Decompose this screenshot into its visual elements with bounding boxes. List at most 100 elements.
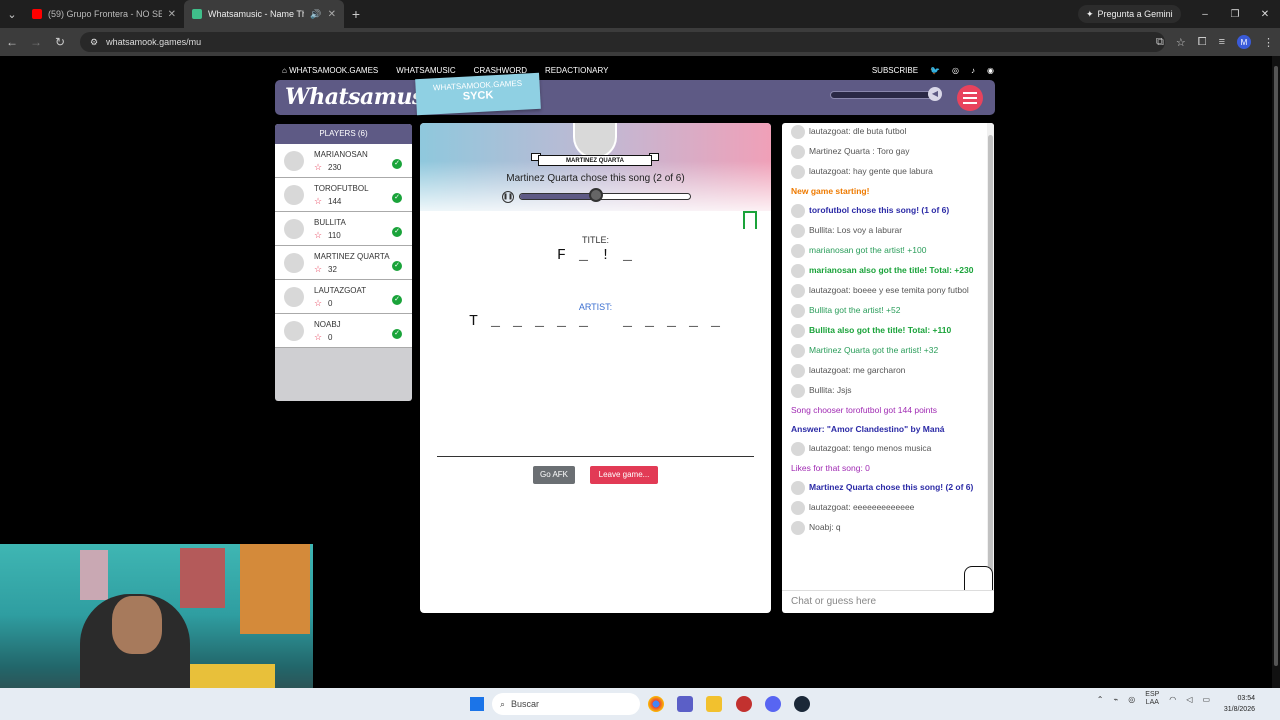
timer-fill: [520, 194, 597, 199]
player-row[interactable]: NOABJ ☆ 0 ✓: [275, 314, 412, 348]
gemini-button[interactable]: ✦ Pregunta a Gemini: [1078, 5, 1181, 23]
minimize-icon[interactable]: –: [1190, 0, 1220, 28]
window-controls: – ❐ ✕: [1190, 0, 1280, 28]
site-info-icon[interactable]: ⚙: [90, 37, 98, 48]
chat-message: lautazgoat: me garcharon: [791, 364, 979, 378]
tiktok-icon[interactable]: ♪: [971, 66, 975, 75]
player-name: NOABJ: [314, 320, 341, 329]
go-afk-button[interactable]: Go AFK: [533, 466, 575, 484]
chat-message: Bullita: Jsjs: [791, 384, 979, 398]
chat-message: New game starting!: [791, 185, 979, 198]
chat-message: Martinez Quarta chose this song! (2 of 6…: [791, 481, 979, 495]
player-row[interactable]: LAUTAZGOAT ☆ 0 ✓: [275, 280, 412, 314]
browser-menu-icon[interactable]: ⋮: [1263, 36, 1274, 49]
chat-avatar: [791, 125, 805, 139]
chat-message: marianosan also got the title! Total: +2…: [791, 264, 979, 278]
star-icon: ☆: [314, 332, 323, 342]
tab-search-chevron-icon[interactable]: ⌄: [0, 0, 24, 28]
player-row[interactable]: TOROFUTBOL ☆ 144 ✓: [275, 178, 412, 212]
chat-message-text: Bullita: Los voy a laburar: [809, 225, 903, 235]
chat-input[interactable]: Chat or guess here: [782, 590, 994, 613]
taskbar-search[interactable]: ⌕ Buscar: [492, 693, 640, 715]
song-chooser-header: MARTINEZ QUARTA Martinez Quarta chose th…: [420, 123, 771, 211]
subscribe-link[interactable]: SUBSCRIBE: [872, 66, 918, 75]
mic-icon[interactable]: ◎: [1128, 695, 1135, 704]
chat-message-text: Song chooser torofutbol got 144 points: [791, 405, 938, 415]
player-row[interactable]: BULLITA ☆ 110 ✓: [275, 212, 412, 246]
clock[interactable]: 03:54 31/8/2026: [1224, 693, 1255, 715]
bookmark-star-icon[interactable]: ☆: [1176, 36, 1186, 49]
language-indicator[interactable]: ESP LAA: [1145, 691, 1159, 707]
volume-knob-icon[interactable]: ◀: [928, 87, 942, 101]
sidebar-icon[interactable]: ≡: [1219, 36, 1225, 48]
chat-message-text: Likes for that song: 0: [791, 463, 870, 473]
nav-whatsamusic-link[interactable]: WHATSAMUSIC: [396, 66, 455, 75]
close-tab-icon[interactable]: ✕: [168, 9, 176, 20]
page-scrollbar[interactable]: [1272, 56, 1280, 688]
nav-redactionary-link[interactable]: REDACTIONARY: [545, 66, 608, 75]
file-explorer-icon[interactable]: [706, 696, 722, 712]
chat-message: Martinez Quarta got the artist! +32: [791, 344, 979, 358]
chat-message: torofutbol chose this song! (1 of 6): [791, 204, 979, 218]
player-row[interactable]: MARTINEZ QUARTA ☆ 32 ✓: [275, 246, 412, 280]
forward-icon[interactable]: →: [24, 35, 48, 49]
new-tab-icon[interactable]: +: [344, 6, 368, 22]
player-score: 0: [328, 299, 333, 308]
hamburger-menu-button[interactable]: [957, 85, 983, 111]
chat-avatar: [791, 324, 805, 338]
player-score: 32: [328, 265, 337, 274]
check-icon: ✓: [392, 295, 402, 305]
translate-icon[interactable]: ⧉: [1156, 36, 1164, 49]
tab-youtube[interactable]: (59) Grupo Frontera - NO SE VA ✕: [24, 0, 184, 28]
chat-avatar: [791, 224, 805, 238]
app-icon[interactable]: [736, 696, 752, 712]
chat-message-text: lautazgoat: eeeeeeeeeeeee: [809, 502, 915, 512]
like-box[interactable]: [964, 566, 993, 590]
profile-avatar[interactable]: M: [1237, 35, 1251, 49]
steam-icon[interactable]: [794, 696, 810, 712]
chat-message-text: Martinez Quarta got the artist! +32: [809, 345, 939, 355]
windows-start-icon[interactable]: [470, 697, 484, 711]
chat-avatar: [791, 244, 805, 258]
chrome-icon[interactable]: [648, 696, 664, 712]
chat-avatar: [791, 264, 805, 278]
instagram-icon[interactable]: ◎: [952, 66, 959, 75]
player-name: LAUTAZGOAT: [314, 286, 367, 295]
discord-icon[interactable]: ◉: [987, 66, 994, 75]
player-row[interactable]: MARIANOSAN ☆ 230 ✓: [275, 144, 412, 178]
speaker-icon[interactable]: 🔊: [310, 9, 321, 20]
tab-title: Whatsamusic - Name That: [208, 9, 305, 19]
tray-chevron-icon[interactable]: ⌃: [1097, 695, 1104, 704]
pause-icon[interactable]: ❚❚: [502, 191, 514, 203]
bookmark-icon[interactable]: [743, 211, 757, 229]
chose-song-text: Martinez Quarta chose this song (2 of 6): [506, 173, 685, 184]
maximize-icon[interactable]: ❐: [1220, 0, 1250, 28]
tab-whatsamusic[interactable]: Whatsamusic - Name That 🔊 ✕: [184, 0, 344, 28]
url-field[interactable]: ⚙ whatsamook.games/mu: [80, 32, 1165, 52]
back-icon[interactable]: ←: [0, 35, 24, 49]
title-label: TITLE:: [581, 235, 609, 245]
chat-scrollbar[interactable]: [987, 123, 994, 589]
star-icon: ☆: [314, 196, 323, 206]
twitter-icon[interactable]: 🐦: [930, 66, 940, 75]
volume-slider[interactable]: [830, 91, 938, 99]
battery-icon[interactable]: ▭: [1202, 695, 1210, 704]
close-tab-icon[interactable]: ✕: [328, 9, 336, 20]
nav-home-link[interactable]: ⌂ WHATSAMOOK.GAMES: [282, 66, 378, 75]
close-window-icon[interactable]: ✕: [1250, 0, 1280, 28]
leave-game-button[interactable]: Leave game...: [590, 466, 658, 484]
reload-icon[interactable]: ↻: [48, 35, 72, 49]
room-code-tag[interactable]: WHATSAMOOK.GAMES SYCK: [415, 72, 541, 116]
teams-icon[interactable]: [677, 696, 693, 712]
check-icon: ✓: [392, 193, 402, 203]
extensions-icon[interactable]: ⧠: [1198, 36, 1207, 49]
chooser-avatar: [573, 123, 617, 159]
search-icon: ⌕: [500, 698, 506, 709]
discord-taskbar-icon[interactable]: [765, 696, 781, 712]
volume-icon[interactable]: ◁: [1186, 695, 1192, 704]
player-score: 110: [328, 231, 341, 240]
chat-log[interactable]: lautazgoat: dle buta futbol Martinez Quar…: [782, 123, 987, 589]
chat-avatar: [791, 384, 805, 398]
network-icon[interactable]: ⌁: [1113, 695, 1118, 704]
wifi-icon[interactable]: ◠: [1169, 695, 1176, 704]
